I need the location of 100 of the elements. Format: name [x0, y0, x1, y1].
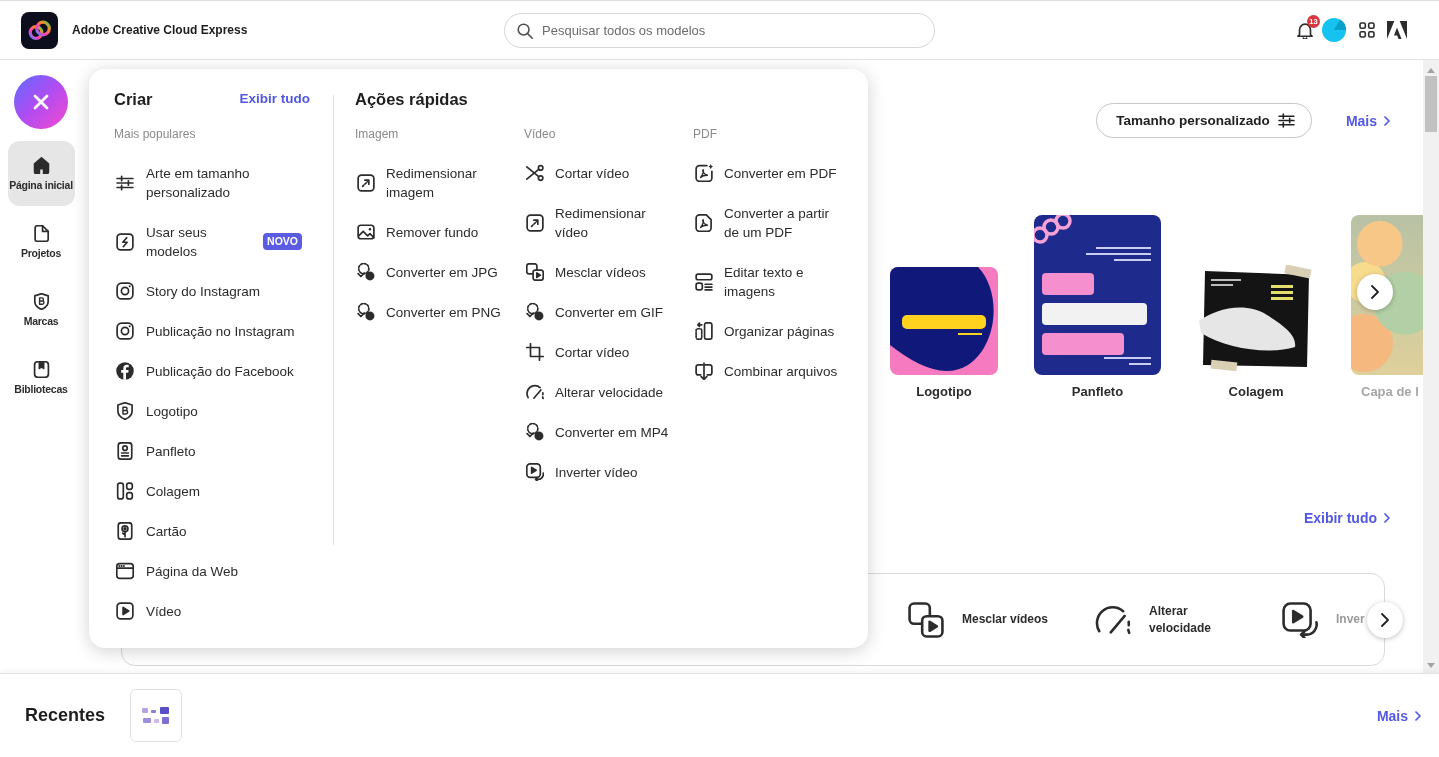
apps-grid-icon[interactable]: [1359, 22, 1375, 38]
quick-action-item[interactable]: Redimensionar vídeo: [524, 193, 693, 252]
quick-action-item[interactable]: Alterar velocidade: [1095, 601, 1244, 638]
quick-action-item[interactable]: Converter em PDF: [693, 153, 862, 193]
chevron-right-icon: [1381, 612, 1389, 627]
flower-card-icon: [116, 522, 134, 540]
quick-action-item[interactable]: Alterar velocidade: [524, 372, 693, 412]
scissors-icon: [526, 164, 544, 182]
next-button[interactable]: [1367, 601, 1403, 638]
convert-icon: [526, 303, 544, 321]
quick-action-item[interactable]: Converter em PNG: [355, 292, 524, 332]
quick-action-item[interactable]: Converter em MP4: [524, 412, 693, 452]
menu-item[interactable]: Cartão: [114, 511, 310, 551]
home-icon: [32, 156, 50, 174]
column-heading: Imagem: [355, 126, 400, 142]
crop-icon: [526, 343, 544, 361]
quick-action-item[interactable]: Inverter vídeo: [524, 452, 693, 492]
quick-action-item[interactable]: Organizar páginas: [693, 311, 862, 351]
resize-icon: [357, 173, 375, 192]
chevron-right-icon: [1384, 115, 1390, 126]
scrollbar-thumb[interactable]: [1425, 76, 1437, 132]
layout-icon: [116, 482, 134, 500]
bookmark-icon: [32, 360, 50, 378]
instagram-icon: [116, 282, 134, 300]
template-label: Logotipo: [916, 384, 972, 400]
replay-icon: [526, 463, 544, 481]
view-all-link[interactable]: Exibir tudo: [1303, 510, 1390, 526]
flyer-template-drawing[interactable]: [1034, 215, 1161, 375]
template-label: Panfleto: [1071, 384, 1124, 400]
search-field[interactable]: Pesquisar todos os modelos: [504, 12, 935, 48]
quick-action-item[interactable]: Cortar vídeo: [524, 153, 693, 193]
sidebar-item[interactable]: Página inicial: [7, 141, 75, 206]
avatar-icon[interactable]: [1322, 18, 1346, 42]
recent-project-drawing[interactable]: [130, 689, 183, 742]
view-all-link[interactable]: Exibir tudo: [239, 91, 310, 107]
app-title: Adobe Creative Cloud Express: [72, 23, 248, 37]
convert-icon: [357, 263, 375, 281]
quick-action-item[interactable]: Combinar arquivos: [693, 351, 862, 391]
more-link[interactable]: Mais: [1376, 707, 1421, 724]
menu-item[interactable]: Story do Instagram: [114, 271, 310, 311]
facebook-icon: [116, 362, 134, 380]
document-icon: [32, 224, 50, 242]
section-title: Ações rápidas: [355, 89, 469, 109]
sidebar-item[interactable]: Bibliotecas: [7, 345, 75, 410]
new-badge: NOVO: [263, 233, 302, 250]
document-bolt-icon: [116, 232, 134, 251]
app-logo-icon[interactable]: [21, 11, 58, 49]
chevron-right-icon: [1415, 710, 1421, 721]
next-button[interactable]: [1357, 274, 1393, 310]
quick-action-item[interactable]: Cortar vídeo: [524, 332, 693, 372]
quick-action-item[interactable]: Converter em GIF: [524, 292, 693, 332]
menu-item[interactable]: Panfleto: [114, 431, 310, 471]
quick-action-item[interactable]: Mesclar vídeos: [524, 252, 693, 292]
more-link[interactable]: Mais: [1345, 112, 1390, 129]
menu-item[interactable]: Colagem: [114, 471, 310, 511]
column-heading: PDF: [693, 126, 718, 142]
section-heading: Mais populares: [114, 126, 197, 142]
convert-icon: [357, 303, 375, 321]
overlapping-squares-icon: [526, 263, 544, 281]
instagram-icon: [116, 322, 134, 340]
overlapping-squares-icon: [908, 601, 944, 638]
template-label: Capa de l: [1360, 384, 1419, 400]
section-title: Criar: [114, 89, 153, 109]
portrait-card-icon: [116, 442, 134, 460]
shield-icon: [32, 292, 50, 310]
quick-action-item[interactable]: Remover fundo: [355, 212, 524, 252]
menu-item[interactable]: Arte em tamanho personalizado: [114, 153, 310, 212]
resize-icon: [526, 213, 544, 232]
play-icon: [116, 602, 134, 620]
quick-action-item[interactable]: Converter em JPG: [355, 252, 524, 292]
close-button[interactable]: [14, 75, 68, 129]
sliders-icon: [1277, 112, 1295, 129]
brand-logo-icon[interactable]: [1387, 21, 1407, 39]
scrollbar-track[interactable]: [1423, 60, 1439, 673]
quick-action-item[interactable]: Converter a partir de um PDF: [693, 193, 862, 252]
sidebar-item[interactable]: Projetos: [7, 209, 75, 274]
menu-item[interactable]: Usar seus modelos NOVO: [114, 212, 310, 271]
sliders-icon: [116, 173, 134, 192]
sidebar-item[interactable]: Marcas: [7, 277, 75, 342]
browser-window-icon: [116, 562, 134, 580]
search-icon: [517, 22, 533, 39]
chevron-right-icon: [1371, 285, 1379, 299]
menu-item[interactable]: Publicação no Instagram: [114, 311, 310, 351]
quick-action-item[interactable]: Redimensionar imagem: [355, 153, 524, 212]
section-title: Recentes: [25, 705, 106, 726]
menu-item[interactable]: Publicação do Facebook: [114, 351, 310, 391]
pages-icon: [695, 322, 713, 340]
menu-item[interactable]: Logotipo: [114, 391, 310, 431]
pdf-icon: [695, 213, 713, 232]
gauge-icon: [526, 383, 544, 401]
image-icon: [357, 223, 375, 241]
template-label: Colagem: [1228, 384, 1284, 400]
convert-icon: [526, 423, 544, 441]
quick-action-item[interactable]: Mesclar vídeos: [908, 601, 1049, 638]
combine-icon: [695, 362, 713, 380]
menu-item[interactable]: Vídeo: [114, 591, 310, 631]
menu-item[interactable]: Página da Web: [114, 551, 310, 591]
logo-template-drawing[interactable]: [890, 267, 998, 375]
chevron-right-icon: [1384, 513, 1390, 523]
quick-action-item[interactable]: Editar texto e imagens: [693, 252, 862, 311]
